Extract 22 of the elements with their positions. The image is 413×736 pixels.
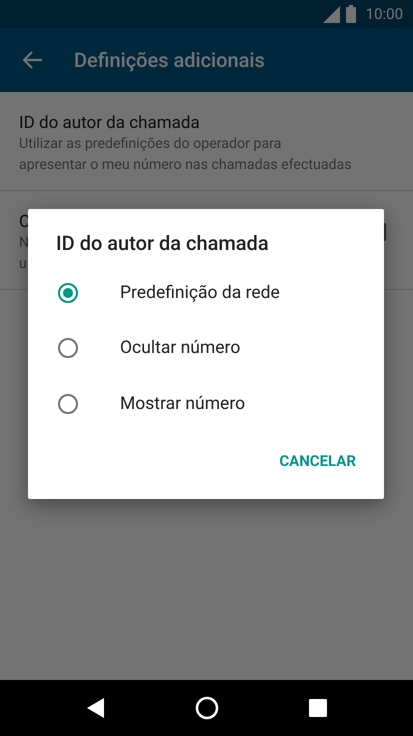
- settings-item-summary: apresentar o meu número nas chamadas efectuadas: [19, 156, 352, 175]
- settings-item-summary: u: [19, 255, 27, 274]
- radio-button[interactable]: [58, 338, 78, 358]
- cancel-button[interactable]: CANCELAR: [271, 444, 364, 478]
- radio-button[interactable]: [58, 282, 78, 303]
- back-icon[interactable]: [86, 698, 104, 718]
- status-time: 10:00: [366, 5, 403, 23]
- settings-item-title: ID do autor da chamada: [19, 112, 201, 134]
- battery-icon: [346, 5, 356, 23]
- settings-item-summary: N: [19, 234, 30, 253]
- recents-icon[interactable]: [308, 699, 326, 717]
- home-icon[interactable]: [194, 696, 218, 720]
- option-label: Mostrar número: [120, 394, 246, 414]
- radio-button[interactable]: [58, 394, 78, 414]
- settings-item[interactable]: ID do autor da chamada Utilizar as predefinições do operador para apresentar o meu número nas chamadas efectuadas: [0, 92, 413, 191]
- app-bar-title: Definições adicionais: [74, 48, 265, 72]
- signal-icon: [322, 6, 340, 22]
- settings-item-summary: Utilizar as predefinições do operador para: [19, 135, 282, 154]
- option-label: Ocultar número: [120, 338, 240, 358]
- back-arrow-icon: [23, 51, 43, 69]
- option-label: Predefinição da rede: [120, 282, 280, 303]
- dialog-title: ID do autor da chamada: [56, 231, 269, 255]
